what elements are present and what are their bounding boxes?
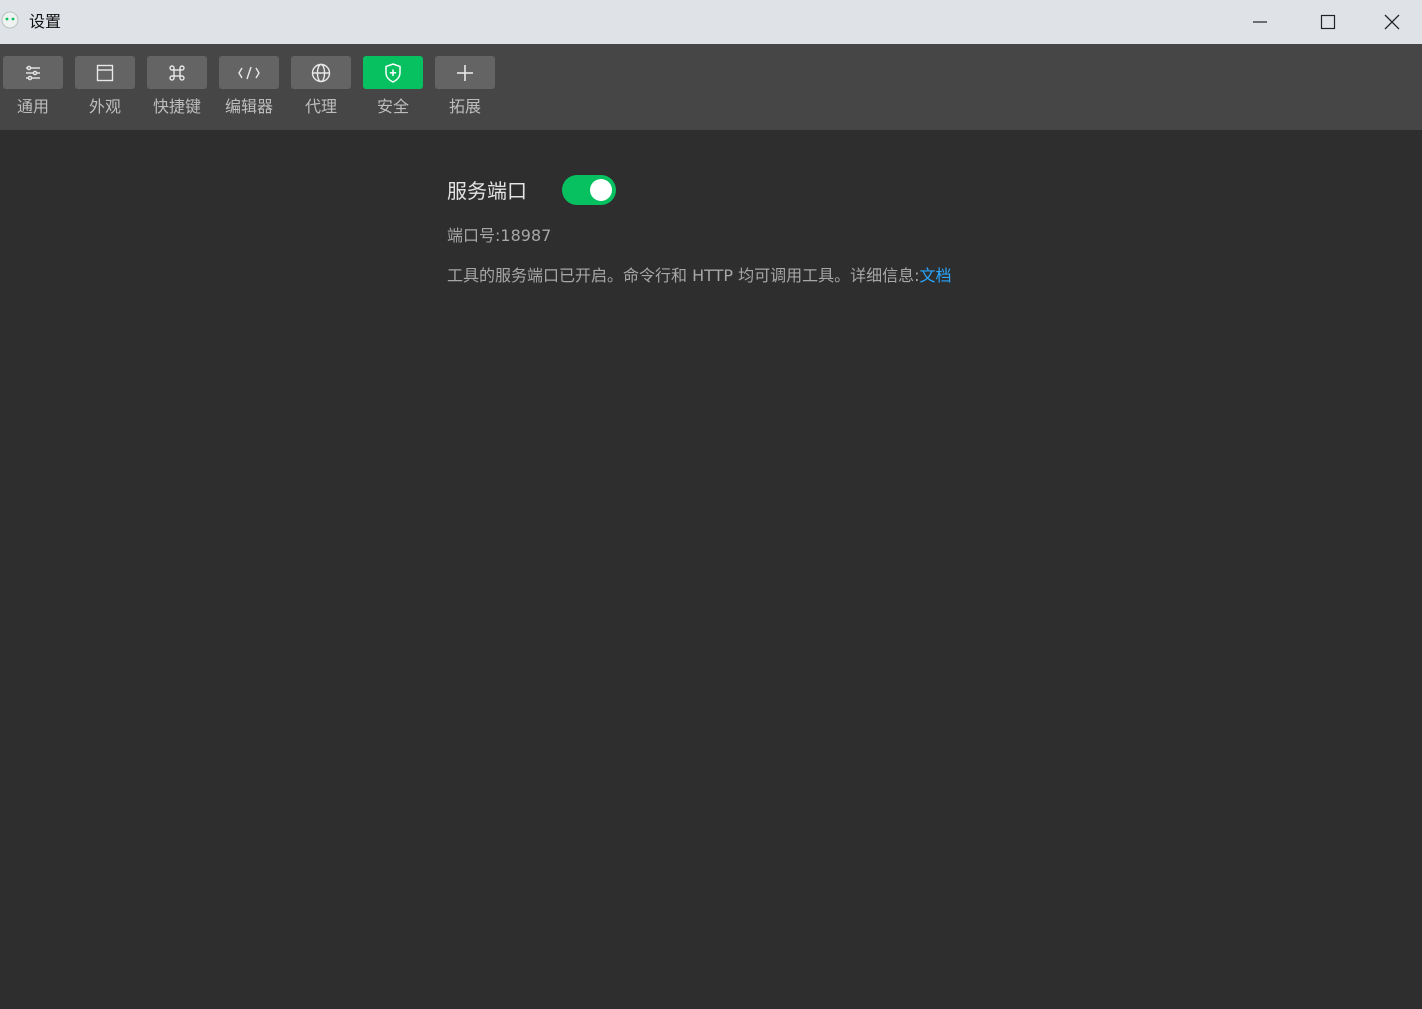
- command-key-icon: [169, 64, 185, 81]
- tab-security-button[interactable]: [363, 56, 423, 89]
- tab-proxy[interactable]: 代理: [288, 56, 354, 122]
- tab-general-label: 通用: [16, 97, 49, 116]
- tab-extensions-button[interactable]: [435, 56, 495, 89]
- tab-extensions-label: 拓展: [448, 97, 481, 116]
- maximize-icon: [1320, 14, 1336, 30]
- plus-icon: [457, 64, 473, 81]
- tab-shortcuts[interactable]: 快捷键: [144, 56, 210, 122]
- window-title: 设置: [29, 12, 62, 31]
- tab-extensions[interactable]: 拓展: [432, 56, 498, 122]
- sliders-icon: [26, 65, 40, 80]
- toggle-knob: [590, 179, 612, 201]
- window-layout-icon: [96, 64, 114, 81]
- tab-appearance[interactable]: 外观: [72, 56, 138, 122]
- service-port-description: 工具的服务端口已开启。命令行和 HTTP 均可调用工具。详细信息:: [447, 266, 920, 285]
- tab-appearance-label: 外观: [88, 97, 121, 116]
- service-port-title: 服务端口: [447, 179, 527, 203]
- settings-toolbar: 通用 外观 快捷键 编辑器 代理 安全 拓展: [0, 44, 1422, 130]
- service-port-toggle[interactable]: [562, 175, 616, 205]
- tab-editor-label: 编辑器: [224, 97, 273, 116]
- minimize-icon: [1253, 21, 1267, 23]
- globe-icon: [311, 63, 331, 82]
- minimize-button[interactable]: [1226, 0, 1294, 44]
- tab-proxy-label: 代理: [304, 97, 337, 116]
- tab-shortcuts-label: 快捷键: [152, 97, 201, 116]
- port-number-label: 端口号:: [447, 226, 501, 245]
- tab-proxy-button[interactable]: [291, 56, 351, 89]
- tab-security[interactable]: 安全: [360, 56, 426, 122]
- code-icon: [238, 66, 260, 79]
- app-logo-icon: [0, 10, 20, 30]
- maximize-button[interactable]: [1294, 0, 1362, 44]
- service-port-description-row: 工具的服务端口已开启。命令行和 HTTP 均可调用工具。详细信息:文档: [447, 265, 952, 287]
- tab-editor-button[interactable]: [219, 56, 279, 89]
- close-button[interactable]: [1362, 0, 1422, 44]
- port-number-value: 18987: [500, 226, 552, 245]
- close-icon: [1384, 14, 1400, 30]
- tab-general-button[interactable]: [3, 56, 63, 89]
- tab-editor[interactable]: 编辑器: [216, 56, 282, 122]
- documentation-link[interactable]: 文档: [920, 266, 952, 285]
- tab-security-label: 安全: [376, 97, 409, 116]
- shield-icon: [385, 62, 401, 83]
- settings-window: 设置 通用 外观 快捷键 编辑器 代理 安全 拓展 服务端口 端口号:18987…: [0, 0, 1422, 1009]
- tab-appearance-button[interactable]: [75, 56, 135, 89]
- port-number-row: 端口号:18987: [447, 225, 551, 247]
- tab-shortcuts-button[interactable]: [147, 56, 207, 89]
- tab-general[interactable]: 通用: [0, 56, 66, 122]
- title-bar: 设置: [0, 0, 1422, 44]
